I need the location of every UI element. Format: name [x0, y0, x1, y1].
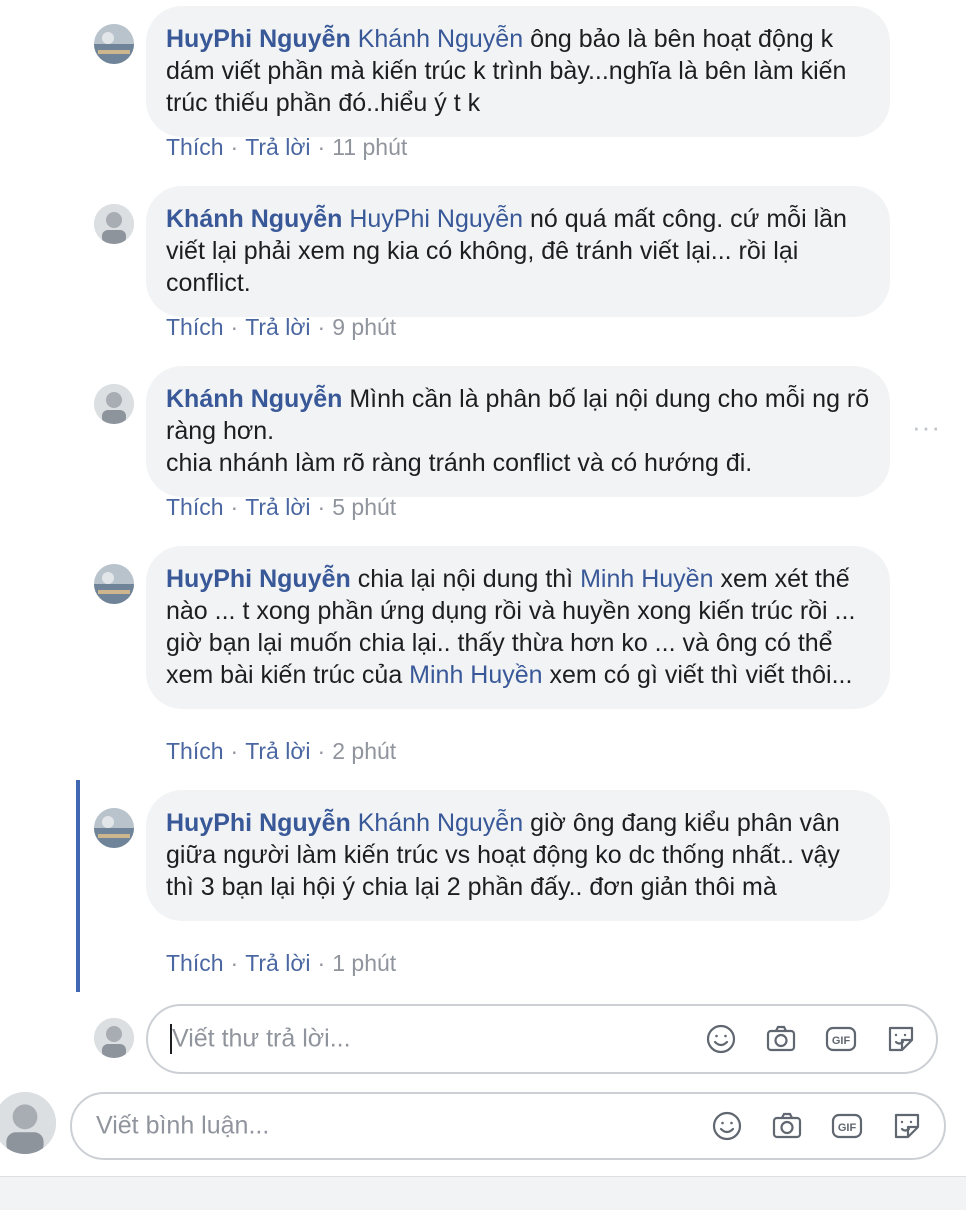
- like-link[interactable]: Thích: [166, 950, 224, 976]
- comment-input[interactable]: Viết bình luận... GIF: [70, 1092, 946, 1160]
- comment-actions: Thích · Trả lời · 9 phút: [166, 314, 397, 340]
- gif-icon[interactable]: GIF: [822, 1020, 860, 1058]
- like-link[interactable]: Thích: [166, 494, 224, 520]
- comment-time[interactable]: 1 phút: [332, 950, 396, 976]
- gif-label: GIF: [838, 1122, 857, 1134]
- comment-time[interactable]: 2 phút: [332, 738, 396, 764]
- avatar[interactable]: [94, 204, 134, 244]
- comment-bubble: HuyPhi Nguyễn Khánh Nguyễn ông bảo là bê…: [146, 6, 890, 137]
- reply-placeholder: Viết thư trả lời...: [172, 1024, 351, 1053]
- like-link[interactable]: Thích: [166, 738, 224, 764]
- comment-time[interactable]: 11 phút: [332, 134, 407, 160]
- comment-mention[interactable]: Khánh Nguyễn: [358, 809, 523, 837]
- comment-actions: Thích · Trả lời · 11 phút: [166, 134, 408, 160]
- more-options-icon[interactable]: ···: [912, 414, 941, 440]
- reply-link[interactable]: Trả lời: [245, 494, 310, 520]
- composer-tools: GIF: [708, 1107, 926, 1145]
- reply-link[interactable]: Trả lời: [245, 950, 310, 976]
- comment-actions: Thích · Trả lời · 5 phút: [166, 494, 397, 520]
- comment-bubble: Khánh Nguyễn HuyPhi Nguyễn nó quá mất cô…: [146, 186, 890, 317]
- reply-input[interactable]: Viết thư trả lời... GIF: [146, 1004, 938, 1074]
- comment-mention[interactable]: Khánh Nguyễn: [358, 25, 523, 53]
- avatar[interactable]: [94, 564, 134, 604]
- comment-section: HuyPhi Nguyễn Khánh Nguyễn ông bảo là bê…: [0, 0, 966, 1210]
- comment-author[interactable]: HuyPhi Nguyễn: [166, 25, 351, 53]
- comment-bubble: Khánh Nguyễn Mình cần là phân bố lại nội…: [146, 366, 890, 497]
- avatar: [94, 1018, 134, 1058]
- reply-link[interactable]: Trả lời: [245, 314, 310, 340]
- comment-time[interactable]: 5 phút: [332, 494, 396, 520]
- like-link[interactable]: Thích: [166, 134, 224, 160]
- thread-highlight-bar: [76, 780, 80, 992]
- sticker-icon[interactable]: [888, 1107, 926, 1145]
- comment-time[interactable]: 9 phút: [332, 314, 396, 340]
- comment-mention[interactable]: Minh Huyền: [580, 565, 713, 593]
- gif-icon[interactable]: GIF: [828, 1107, 866, 1145]
- emoji-icon[interactable]: [702, 1020, 740, 1058]
- comment-text: xem có gì viết thì viết thôi...: [549, 661, 853, 689]
- comment-author[interactable]: Khánh Nguyễn: [166, 205, 342, 233]
- comment-actions: Thích · Trả lời · 1 phút: [166, 950, 397, 976]
- comment-author[interactable]: Khánh Nguyễn: [166, 385, 342, 413]
- avatar: [0, 1092, 56, 1154]
- comment-text: chia nhánh làm rõ ràng tránh conflict và…: [166, 449, 753, 477]
- reply-link[interactable]: Trả lời: [245, 738, 310, 764]
- avatar[interactable]: [94, 24, 134, 64]
- comment-author[interactable]: HuyPhi Nguyễn: [166, 809, 351, 837]
- comment-author[interactable]: HuyPhi Nguyễn: [166, 565, 351, 593]
- comment-mention[interactable]: HuyPhi Nguyễn: [349, 205, 523, 233]
- comment-text: chia lại nội dung thì: [357, 565, 574, 593]
- like-link[interactable]: Thích: [166, 314, 224, 340]
- footer-strip: [0, 1176, 966, 1210]
- comment-placeholder: Viết bình luận...: [96, 1111, 270, 1140]
- reply-link[interactable]: Trả lời: [245, 134, 310, 160]
- comment-mention[interactable]: Minh Huyền: [409, 661, 542, 689]
- avatar[interactable]: [94, 384, 134, 424]
- gif-label: GIF: [832, 1035, 851, 1047]
- camera-icon[interactable]: [762, 1020, 800, 1058]
- comment-bubble: HuyPhi Nguyễn Khánh Nguyễn giờ ông đang …: [146, 790, 890, 921]
- comment-actions: Thích · Trả lời · 2 phút: [166, 738, 397, 764]
- camera-icon[interactable]: [768, 1107, 806, 1145]
- emoji-icon[interactable]: [708, 1107, 746, 1145]
- sticker-icon[interactable]: [882, 1020, 920, 1058]
- composer-tools: GIF: [702, 1020, 920, 1058]
- comment-bubble: HuyPhi Nguyễn chia lại nội dung thì Minh…: [146, 546, 890, 709]
- avatar[interactable]: [94, 808, 134, 848]
